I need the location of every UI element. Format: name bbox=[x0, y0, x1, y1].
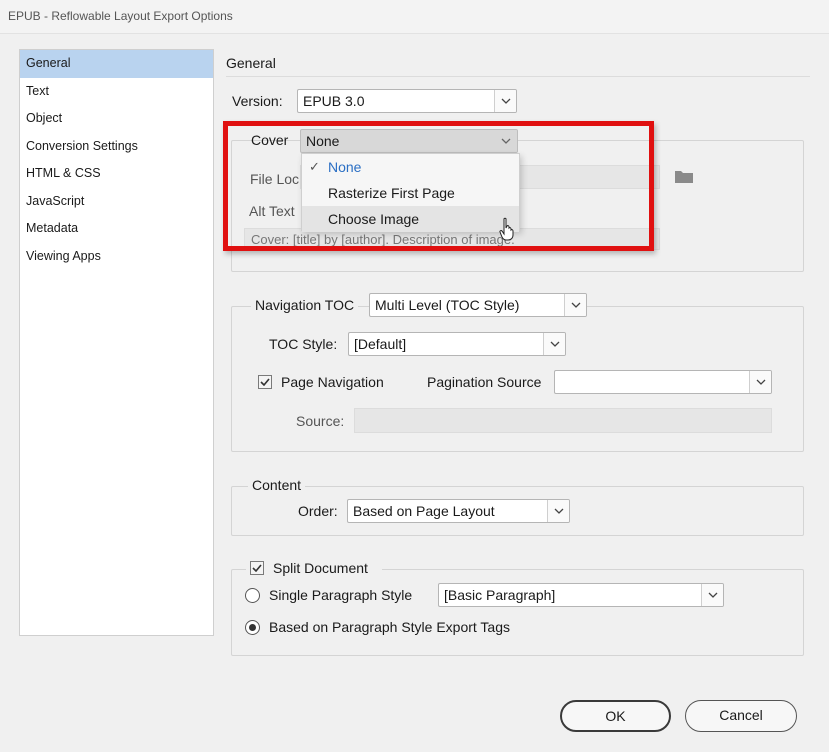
order-label: Order: bbox=[298, 503, 338, 519]
navigation-toc-value: Multi Level (TOC Style) bbox=[375, 297, 520, 313]
export-tags-label: Based on Paragraph Style Export Tags bbox=[269, 619, 511, 635]
source-field bbox=[354, 408, 772, 433]
cancel-button[interactable]: Cancel bbox=[685, 700, 797, 732]
checkmark-icon bbox=[252, 564, 262, 572]
sidebar-item-object[interactable]: Object bbox=[20, 105, 213, 133]
navigation-toc-select[interactable]: Multi Level (TOC Style) bbox=[369, 293, 587, 317]
navigation-toc-label: Navigation TOC bbox=[251, 297, 359, 313]
section-divider bbox=[226, 76, 810, 77]
page-navigation-checkbox[interactable] bbox=[258, 375, 272, 389]
single-paragraph-style-label: Single Paragraph Style bbox=[269, 587, 413, 603]
order-select[interactable]: Based on Page Layout bbox=[347, 499, 570, 523]
split-document-checkbox[interactable] bbox=[250, 561, 264, 575]
folder-icon bbox=[674, 169, 694, 184]
sidebar-item-text[interactable]: Text bbox=[20, 78, 213, 106]
chevron-down-icon bbox=[564, 294, 586, 316]
single-paragraph-style-radio[interactable] bbox=[245, 588, 260, 603]
section-title: General bbox=[226, 55, 276, 71]
chevron-down-icon bbox=[701, 584, 723, 606]
single-paragraph-style-value: [Basic Paragraph] bbox=[444, 587, 556, 603]
checkmark-icon bbox=[260, 378, 270, 386]
content-title: Content bbox=[248, 477, 306, 493]
pagination-source-select[interactable] bbox=[554, 370, 772, 394]
sidebar-item-javascript[interactable]: JavaScript bbox=[20, 188, 213, 216]
sidebar-item-metadata[interactable]: Metadata bbox=[20, 215, 213, 243]
toc-style-value: [Default] bbox=[354, 336, 407, 352]
version-select[interactable]: EPUB 3.0 bbox=[297, 89, 517, 113]
toc-style-select[interactable]: [Default] bbox=[348, 332, 566, 356]
source-label: Source: bbox=[296, 413, 345, 429]
page-navigation-label: Page Navigation bbox=[281, 374, 384, 390]
export-tags-radio[interactable] bbox=[245, 620, 260, 635]
chevron-down-icon bbox=[749, 371, 771, 393]
version-value: EPUB 3.0 bbox=[303, 93, 365, 109]
single-paragraph-style-select[interactable]: [Basic Paragraph] bbox=[438, 583, 724, 607]
toc-style-label: TOC Style: bbox=[269, 336, 338, 352]
chevron-down-icon bbox=[547, 500, 569, 522]
order-value: Based on Page Layout bbox=[353, 503, 495, 519]
pagination-source-label: Pagination Source bbox=[427, 374, 542, 390]
chevron-down-icon bbox=[543, 333, 565, 355]
sidebar-item-viewing-apps[interactable]: Viewing Apps bbox=[20, 243, 213, 271]
sidebar-item-conversion-settings[interactable]: Conversion Settings bbox=[20, 133, 213, 161]
category-list: General Text Object Conversion Settings … bbox=[19, 49, 214, 636]
window-title: EPUB - Reflowable Layout Export Options bbox=[0, 0, 829, 34]
sidebar-item-html-css[interactable]: HTML & CSS bbox=[20, 160, 213, 188]
ok-button[interactable]: OK bbox=[560, 700, 671, 732]
chevron-down-icon bbox=[494, 90, 516, 112]
split-document-label: Split Document bbox=[273, 560, 368, 576]
highlight-box bbox=[223, 121, 654, 251]
version-label: Version: bbox=[232, 93, 283, 109]
sidebar-item-general[interactable]: General bbox=[20, 50, 213, 78]
